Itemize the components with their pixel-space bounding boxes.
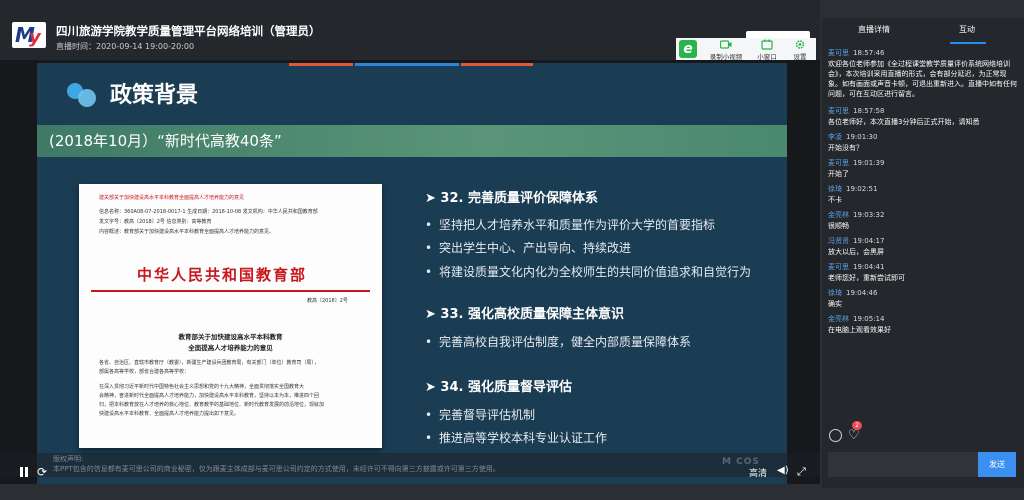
doc-header-row: 发文字号：教高〔2018〕2号 信息类别：高等教育 <box>99 219 212 225</box>
slide-title: 政策背景 <box>110 83 199 108</box>
chat-message: 徐琦 19:02:51 不卡 <box>828 185 878 204</box>
section-title: ➤ 32. 完善质量评价保障体系 <box>425 191 598 206</box>
gear-icon <box>795 40 805 49</box>
tab-interaction[interactable]: 互动 <box>959 24 975 35</box>
tab-live-details[interactable]: 直播详情 <box>858 24 890 35</box>
e-app-icon[interactable]: e <box>679 40 697 58</box>
player-toolbar: e 录制小视频 小窗口 设置 <box>676 38 816 62</box>
refresh-icon[interactable]: ⟳ <box>37 465 47 479</box>
volume-icon[interactable]: ◀) <box>777 465 789 476</box>
live-player-app: My 四川旅游学院教学质量管理平台网络培训（管理员） 直播时间：2020-09-… <box>0 0 1024 500</box>
bullet-item: • 推进高等学校本科专业认证工作 <box>425 431 608 445</box>
doc-header-title: 建关部关于加快建设高水平本科教育全面提高人才培养能力的意见 <box>99 195 245 201</box>
live-time: 直播时间：2020-09-14 19:00-20:00 <box>56 42 195 51</box>
record-video-button[interactable]: 录制小视频 <box>706 39 746 61</box>
bullet-item: • 坚持把人才培养水平和质量作为评价大学的首要指标 <box>425 218 716 232</box>
send-button[interactable]: 发送 <box>978 452 1016 477</box>
header-bar: My 四川旅游学院教学质量管理平台网络培训（管理员） 直播时间：2020-09-… <box>0 0 820 62</box>
slide-banner: (2018年10月）“新时代高教40条” <box>37 125 787 157</box>
bullet-item: • 完善高校自我评估制度，健全内部质量保障体系 <box>425 335 692 349</box>
pause-button[interactable] <box>20 467 30 478</box>
chat-message: 徐琦 19:04:46 确实 <box>828 289 878 308</box>
banner-text: (2018年10月）“新时代高教40条” <box>49 132 282 150</box>
chat-message: 麦可思 19:04:41 老师您好，重新尝试即可 <box>828 263 905 282</box>
side-panel: 直播详情 互动 麦可思 18:57:46 欢迎各位老师参加《全过程课堂教学质量评价… <box>822 18 1024 488</box>
mini-window-button[interactable]: 小窗口 <box>754 39 780 61</box>
panel-tabs: 直播详情 互动 <box>822 18 1024 46</box>
policy-document-image: 建关部关于加快建设高水平本科教育全面提高人才培养能力的意见 信息名称：360A0… <box>79 184 382 448</box>
video-player[interactable]: 政策背景 (2018年10月）“新时代高教40条” 建关部关于加快建设高水平本科… <box>0 60 820 500</box>
quality-selector[interactable]: 高清 <box>749 466 767 479</box>
section-title: ➤ 33. 强化高校质量保障主体意识 <box>425 307 624 322</box>
player-controls: ⟳ 高清 ◀) ⤢ <box>0 462 820 484</box>
doc-red-title: 中华人民共和国教育部 <box>137 266 308 284</box>
presentation-slide: 政策背景 (2018年10月）“新时代高教40条” 建关部关于加快建设高水平本科… <box>37 63 787 500</box>
bullet-item: • 突出学生中心、产出导向、持续改进 <box>425 241 632 255</box>
chat-message: 李凌 19:01:30 开始没有？ <box>828 133 878 152</box>
chat-input[interactable] <box>828 452 978 477</box>
chat-message: 麦可思 18:57:58 各位老师好，本次直播3分钟后正式开始，请知悉 <box>828 107 980 126</box>
mycos-logo: My <box>12 22 46 48</box>
chat-message: 麦可思 19:01:39 开始了 <box>828 159 885 178</box>
fullscreen-icon[interactable]: ⤢ <box>797 465 806 479</box>
doc-subtitle: 教育部关于加快建设高水平本科教育 全面提高人才培养能力的意见 <box>178 333 283 352</box>
heart-icon[interactable]: ♡ <box>848 428 860 443</box>
section-title: ➤ 34. 强化质量督导评估 <box>425 380 572 395</box>
doc-header-row: 内容概述：教育部关于加快建设高水平本科教育全面提高人才培养能力的意见。 <box>99 229 275 235</box>
doc-body-line: 会精神，奋进新时代全面提高人才培养能力，加快建设高水平本科教育，坚持以本为本，推… <box>99 393 320 399</box>
bullet-item: • 将建设质量文化内化为全校师生的共同价值追求和自觉行为 <box>425 265 752 279</box>
settings-button[interactable]: 设置 <box>790 39 810 61</box>
doc-body-line: 部属各高等学校，部省合建各高等学校： <box>99 369 190 375</box>
emoji-icon[interactable] <box>829 429 842 442</box>
slide-logo-icon <box>67 83 96 107</box>
doc-body-line: 归，把本科教育放在人才培养的核心地位、教育教学的基础地位、新时代教育发展的前沿地… <box>99 402 325 408</box>
chat-message: 金亮林 19:05:14 在电脑上观看效果好 <box>828 315 891 334</box>
like-count-badge: 2 <box>852 421 862 430</box>
doc-body-line: 快建设高水平本科教育、全面提高人才培养能力提出如下意见。 <box>99 411 240 417</box>
doc-body-line: 各省、自治区、直辖市教育厅（教委），新疆生产建设兵团教育局，有关部门（单位）教育… <box>99 360 320 366</box>
chat-message: 冯贤贤 19:04:17 放大以后，会黑屏 <box>828 237 885 256</box>
mini-window-icon <box>761 39 773 50</box>
bullet-item: • 完善督导评估机制 <box>425 408 536 422</box>
doc-number: 教高〔2018〕2号 <box>307 298 348 304</box>
chat-message: 金亮林 19:03:32 很顺畅 <box>828 211 885 230</box>
doc-body-line: 在深入贯彻习近平新时代中国特色社会主义思想和党的十九大精神，全面贯彻落实全国教育… <box>99 384 305 390</box>
active-tab-indicator <box>950 42 986 44</box>
video-camera-icon <box>720 40 732 49</box>
doc-header-row: 信息名称：360A08-07-2018-0017-1 生成日期：2018-10-… <box>99 209 318 215</box>
chat-message: 麦可思 18:57:46 欢迎各位老师参加《全过程课堂教学质量评价系统网络培训会》… <box>828 49 1017 98</box>
page-title: 四川旅游学院教学质量管理平台网络培训（管理员） <box>56 24 321 38</box>
